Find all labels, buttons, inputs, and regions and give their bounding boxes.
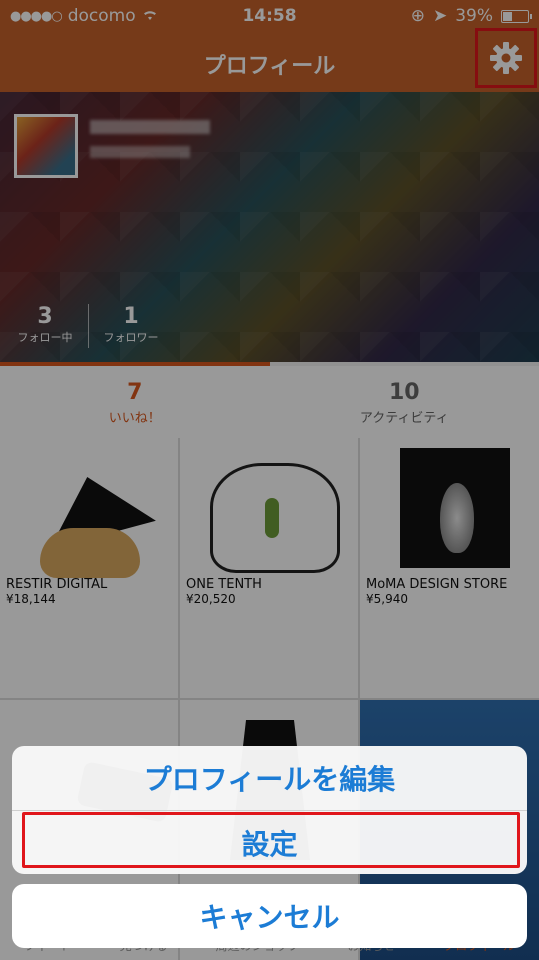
edit-profile-button[interactable]: プロフィールを編集: [12, 746, 527, 810]
settings-highlight-box: [22, 812, 520, 868]
action-sheet: プロフィールを編集 設定: [12, 746, 527, 874]
cancel-button[interactable]: キャンセル: [12, 884, 527, 948]
